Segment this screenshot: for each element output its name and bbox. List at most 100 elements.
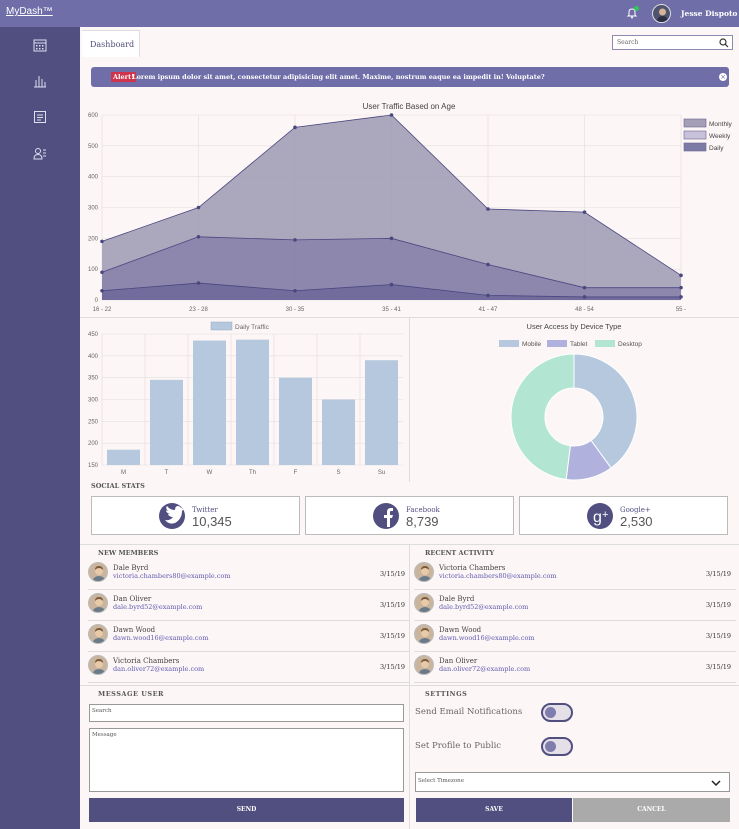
cancel-button[interactable]: CANCEL — [573, 798, 730, 822]
member-email[interactable]: dan.oliver72@example.com — [113, 665, 204, 673]
message-search-placeholder: Search — [92, 708, 112, 714]
member-date: 3/15/19 — [380, 632, 406, 640]
message-placeholder: Message — [92, 732, 117, 738]
search-placeholder: Search — [617, 39, 639, 46]
bar-f — [279, 377, 312, 465]
app-logo[interactable]: MyDash™ — [6, 6, 53, 17]
data-point — [389, 236, 394, 241]
chart-title: User Access by Device Type — [527, 322, 622, 331]
member-date: 3/15/19 — [380, 601, 406, 609]
traffic-chart: User Traffic Based on Age 0 100 200 300 400 5… — [88, 102, 733, 313]
member-email[interactable]: victoria.chambers80@example.com — [113, 572, 231, 580]
slice-desktop — [510, 353, 575, 481]
data-point — [100, 239, 104, 244]
message-search-input[interactable]: Search — [89, 704, 404, 722]
legend-swatch-daily — [683, 142, 707, 152]
bar-w — [193, 340, 226, 465]
y-tick-label: 100 — [88, 267, 99, 273]
send-button[interactable]: SEND — [89, 798, 404, 822]
list-item[interactable]: Dan Oliver dan.oliver72@example.com 3/15/1… — [414, 652, 736, 683]
x-tick-label: S — [336, 470, 340, 476]
chevron-down-icon — [711, 780, 721, 787]
list-item[interactable]: Dawn Wood dawn.wood16@example.com 3/15/19 — [414, 621, 736, 652]
y-tick-label: 400 — [88, 175, 99, 181]
data-point — [679, 295, 683, 299]
google-plus-icon: g + — [587, 503, 613, 529]
member-name: Dale Byrd — [113, 564, 149, 572]
tab-dashboard[interactable]: Dashboard — [82, 30, 140, 57]
member-name: Victoria Chambers — [113, 657, 180, 665]
message-textarea[interactable]: Message — [89, 728, 404, 792]
data-point — [293, 238, 297, 242]
close-icon[interactable]: × — [719, 73, 727, 81]
y-tick-label: 450 — [88, 332, 99, 338]
x-tick-label: 23 - 28 — [189, 307, 208, 313]
list-item[interactable]: Dan Oliver dale.byrd52@example.com 3/15/19 — [88, 590, 410, 621]
legend-label: Daily — [709, 145, 724, 152]
user-list-icon[interactable] — [33, 146, 47, 160]
data-point — [582, 210, 587, 214]
timezone-select[interactable]: Select Timezone — [415, 772, 730, 792]
calendar-icon[interactable] — [33, 38, 47, 52]
facebook-icon — [373, 503, 399, 529]
list-item[interactable]: Victoria Chambers victoria.chambers80@exa… — [414, 559, 736, 590]
data-point — [389, 113, 394, 117]
avatar — [414, 562, 434, 582]
avatar — [414, 655, 434, 675]
data-point — [100, 270, 104, 275]
y-tick-label: 400 — [88, 354, 99, 360]
list-item[interactable]: Dale Byrd dale.byrd52@example.com 3/15/19 — [414, 590, 736, 621]
list-item[interactable]: Victoria Chambers dan.oliver72@example.co… — [88, 652, 410, 683]
member-name: Dale Byrd — [439, 595, 475, 603]
social-count: 8,739 — [406, 514, 439, 529]
data-point — [196, 234, 201, 239]
member-email[interactable]: victoria.chambers80@example.com — [439, 572, 557, 580]
x-tick-label: 16 - 22 — [93, 307, 112, 313]
save-button[interactable]: SAVE — [416, 798, 572, 822]
social-name: Google+ — [620, 506, 651, 514]
social-stats-title: SOCIAL STATS — [91, 482, 145, 490]
svg-text:g: g — [593, 509, 602, 526]
legend-label: Tablet — [570, 341, 588, 348]
social-card-twitter[interactable]: Twitter 10,345 — [91, 496, 300, 535]
data-point — [389, 282, 394, 287]
bar-s — [322, 399, 355, 465]
x-tick-label: 35 - 41 — [382, 307, 401, 313]
legend-label: Monthly — [709, 121, 733, 128]
data-point — [679, 273, 683, 278]
legend-label: Daily Traffic — [235, 324, 270, 331]
member-name: Dan Oliver — [113, 595, 152, 603]
search-icon[interactable] — [719, 38, 729, 48]
x-tick-label: F — [294, 470, 298, 476]
member-email[interactable]: dawn.wood16@example.com — [113, 634, 209, 642]
social-count: 10,345 — [192, 514, 232, 529]
email-notifications-toggle[interactable] — [541, 703, 573, 722]
avatar — [88, 624, 108, 644]
alert-banner: Alert! Lorem ipsum dolor sit amet, conse… — [91, 67, 729, 87]
document-icon[interactable] — [33, 110, 47, 124]
member-email[interactable]: dale.byrd52@example.com — [439, 603, 528, 611]
member-email[interactable]: dawn.wood16@example.com — [439, 634, 535, 642]
profile-public-toggle[interactable] — [541, 737, 573, 756]
bar-su — [365, 360, 398, 465]
user-avatar[interactable] — [652, 4, 671, 23]
user-name[interactable]: Jesse Dispoto — [681, 9, 737, 18]
list-item[interactable]: Dale Byrd victoria.chambers80@example.com… — [88, 559, 410, 590]
tab-dashboard-label: Dashboard — [90, 40, 135, 49]
list-item[interactable]: Dawn Wood dawn.wood16@example.com 3/15/19 — [88, 621, 410, 652]
social-card-facebook[interactable]: Facebook 8,739 — [305, 496, 514, 535]
data-point — [196, 205, 201, 210]
member-email[interactable]: dan.oliver72@example.com — [439, 665, 530, 673]
member-email[interactable]: dale.byrd52@example.com — [113, 603, 202, 611]
member-date: 3/15/19 — [706, 570, 732, 578]
search-input[interactable]: Search — [612, 35, 733, 50]
legend-label: Mobile — [522, 341, 542, 348]
social-card-google-plus[interactable]: g + Google+ 2,530 — [519, 496, 728, 535]
bar-m — [107, 449, 140, 465]
avatar — [88, 655, 108, 675]
member-date: 3/15/19 — [380, 570, 406, 578]
x-tick-label: 30 - 35 — [286, 307, 305, 313]
member-date: 3/15/19 — [380, 663, 406, 671]
bar-chart-icon[interactable] — [33, 74, 47, 88]
x-tick-label: T — [165, 470, 169, 476]
